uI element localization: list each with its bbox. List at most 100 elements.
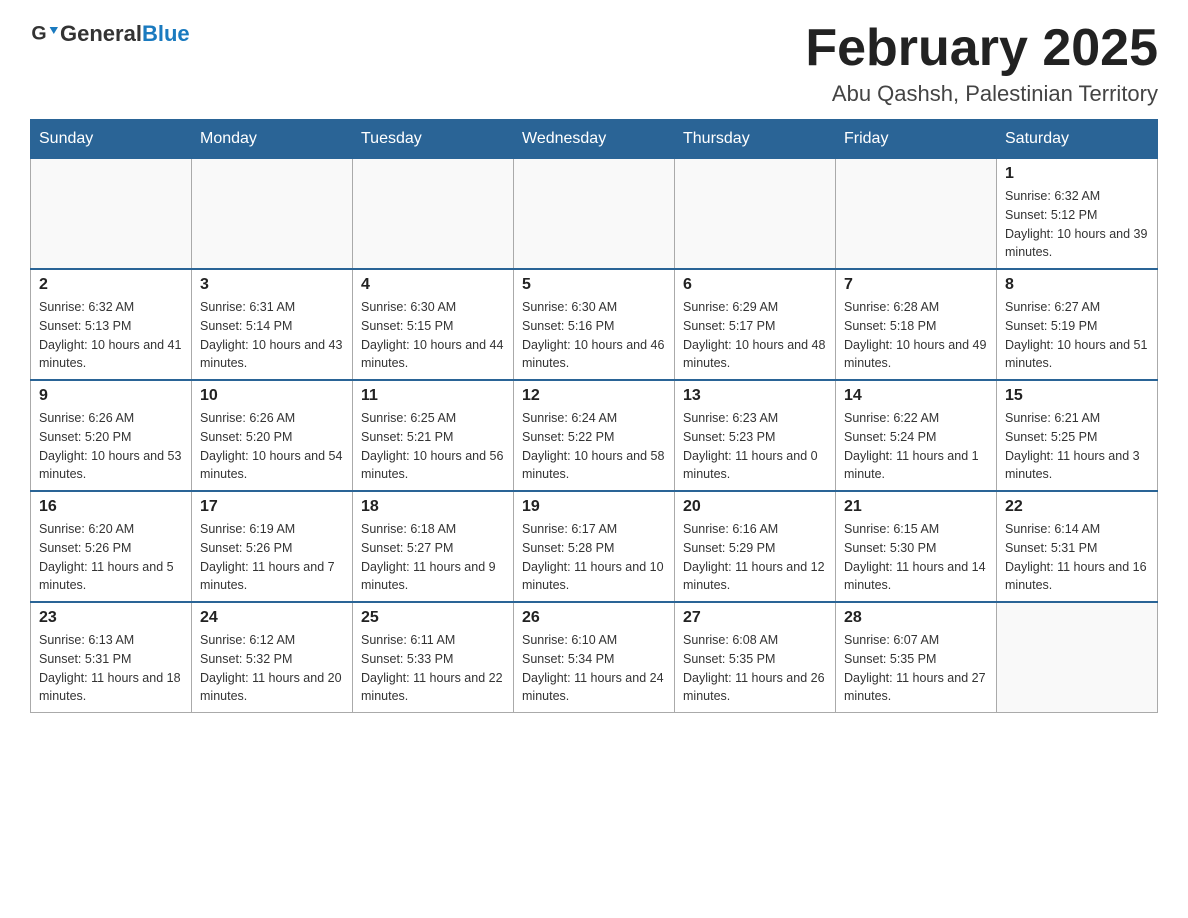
day-info: Sunrise: 6:21 AMSunset: 5:25 PMDaylight:… bbox=[1005, 409, 1149, 484]
day-info: Sunrise: 6:18 AMSunset: 5:27 PMDaylight:… bbox=[361, 520, 505, 595]
calendar-cell: 24 Sunrise: 6:12 AMSunset: 5:32 PMDayligh… bbox=[192, 602, 353, 713]
day-number: 17 bbox=[200, 498, 344, 516]
logo-blue-text: Blue bbox=[142, 21, 190, 46]
weekday-header-tuesday: Tuesday bbox=[353, 120, 514, 159]
day-info: Sunrise: 6:07 AMSunset: 5:35 PMDaylight:… bbox=[844, 631, 988, 706]
day-number: 18 bbox=[361, 498, 505, 516]
day-info: Sunrise: 6:27 AMSunset: 5:19 PMDaylight:… bbox=[1005, 298, 1149, 373]
calendar-cell bbox=[353, 159, 514, 270]
day-info: Sunrise: 6:31 AMSunset: 5:14 PMDaylight:… bbox=[200, 298, 344, 373]
day-number: 2 bbox=[39, 276, 183, 294]
calendar-cell: 11 Sunrise: 6:25 AMSunset: 5:21 PMDayligh… bbox=[353, 380, 514, 491]
day-info: Sunrise: 6:23 AMSunset: 5:23 PMDaylight:… bbox=[683, 409, 827, 484]
day-info: Sunrise: 6:32 AMSunset: 5:12 PMDaylight:… bbox=[1005, 187, 1149, 262]
calendar-cell: 10 Sunrise: 6:26 AMSunset: 5:20 PMDayligh… bbox=[192, 380, 353, 491]
calendar-cell: 18 Sunrise: 6:18 AMSunset: 5:27 PMDayligh… bbox=[353, 491, 514, 602]
day-number: 24 bbox=[200, 609, 344, 627]
day-number: 23 bbox=[39, 609, 183, 627]
day-info: Sunrise: 6:19 AMSunset: 5:26 PMDaylight:… bbox=[200, 520, 344, 595]
day-number: 27 bbox=[683, 609, 827, 627]
day-number: 10 bbox=[200, 387, 344, 405]
day-number: 8 bbox=[1005, 276, 1149, 294]
svg-text:G: G bbox=[31, 23, 46, 45]
month-title: February 2025 bbox=[805, 20, 1158, 77]
calendar-cell: 17 Sunrise: 6:19 AMSunset: 5:26 PMDayligh… bbox=[192, 491, 353, 602]
weekday-header-thursday: Thursday bbox=[675, 120, 836, 159]
weekday-header-wednesday: Wednesday bbox=[514, 120, 675, 159]
day-number: 1 bbox=[1005, 165, 1149, 183]
day-info: Sunrise: 6:17 AMSunset: 5:28 PMDaylight:… bbox=[522, 520, 666, 595]
weekday-header-monday: Monday bbox=[192, 120, 353, 159]
weekday-header-sunday: Sunday bbox=[31, 120, 192, 159]
calendar-cell: 22Sunrise: 6:14 AMSunset: 5:31 PMDayligh… bbox=[997, 491, 1158, 602]
calendar-cell: 27 Sunrise: 6:08 AMSunset: 5:35 PMDayligh… bbox=[675, 602, 836, 713]
calendar-cell: 9 Sunrise: 6:26 AMSunset: 5:20 PMDaylight… bbox=[31, 380, 192, 491]
day-info: Sunrise: 6:11 AMSunset: 5:33 PMDaylight:… bbox=[361, 631, 505, 706]
day-number: 7 bbox=[844, 276, 988, 294]
day-number: 26 bbox=[522, 609, 666, 627]
calendar-cell bbox=[675, 159, 836, 270]
day-number: 15 bbox=[1005, 387, 1149, 405]
calendar-cell: 16 Sunrise: 6:20 AMSunset: 5:26 PMDayligh… bbox=[31, 491, 192, 602]
calendar-cell bbox=[514, 159, 675, 270]
calendar-cell: 6 Sunrise: 6:29 AMSunset: 5:17 PMDaylight… bbox=[675, 269, 836, 380]
day-number: 28 bbox=[844, 609, 988, 627]
calendar-week-row: 16 Sunrise: 6:20 AMSunset: 5:26 PMDayligh… bbox=[31, 491, 1158, 602]
calendar-cell bbox=[192, 159, 353, 270]
logo-icon: G bbox=[30, 20, 58, 48]
calendar-cell: 3 Sunrise: 6:31 AMSunset: 5:14 PMDaylight… bbox=[192, 269, 353, 380]
calendar-cell bbox=[31, 159, 192, 270]
day-info: Sunrise: 6:13 AMSunset: 5:31 PMDaylight:… bbox=[39, 631, 183, 706]
day-info: Sunrise: 6:20 AMSunset: 5:26 PMDaylight:… bbox=[39, 520, 183, 595]
day-info: Sunrise: 6:15 AMSunset: 5:30 PMDaylight:… bbox=[844, 520, 988, 595]
day-number: 4 bbox=[361, 276, 505, 294]
day-number: 9 bbox=[39, 387, 183, 405]
day-info: Sunrise: 6:16 AMSunset: 5:29 PMDaylight:… bbox=[683, 520, 827, 595]
day-info: Sunrise: 6:30 AMSunset: 5:16 PMDaylight:… bbox=[522, 298, 666, 373]
day-info: Sunrise: 6:24 AMSunset: 5:22 PMDaylight:… bbox=[522, 409, 666, 484]
day-info: Sunrise: 6:26 AMSunset: 5:20 PMDaylight:… bbox=[200, 409, 344, 484]
calendar-cell: 28 Sunrise: 6:07 AMSunset: 5:35 PMDayligh… bbox=[836, 602, 997, 713]
calendar-week-row: 1 Sunrise: 6:32 AMSunset: 5:12 PMDaylight… bbox=[31, 159, 1158, 270]
weekday-header-saturday: Saturday bbox=[997, 120, 1158, 159]
calendar-cell: 21Sunrise: 6:15 AMSunset: 5:30 PMDayligh… bbox=[836, 491, 997, 602]
calendar-header-row: SundayMondayTuesdayWednesdayThursdayFrid… bbox=[31, 120, 1158, 159]
title-block: February 2025 Abu Qashsh, Palestinian Te… bbox=[805, 20, 1158, 107]
day-info: Sunrise: 6:26 AMSunset: 5:20 PMDaylight:… bbox=[39, 409, 183, 484]
day-info: Sunrise: 6:25 AMSunset: 5:21 PMDaylight:… bbox=[361, 409, 505, 484]
day-info: Sunrise: 6:08 AMSunset: 5:35 PMDaylight:… bbox=[683, 631, 827, 706]
calendar-cell: 26 Sunrise: 6:10 AMSunset: 5:34 PMDayligh… bbox=[514, 602, 675, 713]
calendar-cell: 7 Sunrise: 6:28 AMSunset: 5:18 PMDaylight… bbox=[836, 269, 997, 380]
calendar-week-row: 23 Sunrise: 6:13 AMSunset: 5:31 PMDayligh… bbox=[31, 602, 1158, 713]
day-number: 13 bbox=[683, 387, 827, 405]
day-info: Sunrise: 6:29 AMSunset: 5:17 PMDaylight:… bbox=[683, 298, 827, 373]
calendar-cell: 23 Sunrise: 6:13 AMSunset: 5:31 PMDayligh… bbox=[31, 602, 192, 713]
calendar-cell: 13 Sunrise: 6:23 AMSunset: 5:23 PMDayligh… bbox=[675, 380, 836, 491]
day-info: Sunrise: 6:22 AMSunset: 5:24 PMDaylight:… bbox=[844, 409, 988, 484]
logo-general-text: General bbox=[60, 21, 142, 46]
calendar-cell: 12Sunrise: 6:24 AMSunset: 5:22 PMDayligh… bbox=[514, 380, 675, 491]
day-info: Sunrise: 6:12 AMSunset: 5:32 PMDaylight:… bbox=[200, 631, 344, 706]
day-number: 6 bbox=[683, 276, 827, 294]
calendar-cell: 15 Sunrise: 6:21 AMSunset: 5:25 PMDayligh… bbox=[997, 380, 1158, 491]
day-number: 3 bbox=[200, 276, 344, 294]
day-number: 5 bbox=[522, 276, 666, 294]
calendar-cell: 14Sunrise: 6:22 AMSunset: 5:24 PMDayligh… bbox=[836, 380, 997, 491]
day-number: 16 bbox=[39, 498, 183, 516]
calendar-cell: 4 Sunrise: 6:30 AMSunset: 5:15 PMDaylight… bbox=[353, 269, 514, 380]
day-number: 11 bbox=[361, 387, 505, 405]
day-info: Sunrise: 6:10 AMSunset: 5:34 PMDaylight:… bbox=[522, 631, 666, 706]
calendar-table: SundayMondayTuesdayWednesdayThursdayFrid… bbox=[30, 119, 1158, 713]
day-info: Sunrise: 6:30 AMSunset: 5:15 PMDaylight:… bbox=[361, 298, 505, 373]
calendar-cell: 1 Sunrise: 6:32 AMSunset: 5:12 PMDaylight… bbox=[997, 159, 1158, 270]
calendar-week-row: 2Sunrise: 6:32 AMSunset: 5:13 PMDaylight… bbox=[31, 269, 1158, 380]
day-number: 19 bbox=[522, 498, 666, 516]
logo: G GeneralBlue bbox=[30, 20, 190, 48]
location-subtitle: Abu Qashsh, Palestinian Territory bbox=[805, 81, 1158, 107]
calendar-cell: 5 Sunrise: 6:30 AMSunset: 5:16 PMDaylight… bbox=[514, 269, 675, 380]
day-info: Sunrise: 6:14 AMSunset: 5:31 PMDaylight:… bbox=[1005, 520, 1149, 595]
day-number: 25 bbox=[361, 609, 505, 627]
page-header: G GeneralBlue February 2025 Abu Qashsh, … bbox=[30, 20, 1158, 107]
calendar-cell bbox=[836, 159, 997, 270]
day-info: Sunrise: 6:28 AMSunset: 5:18 PMDaylight:… bbox=[844, 298, 988, 373]
